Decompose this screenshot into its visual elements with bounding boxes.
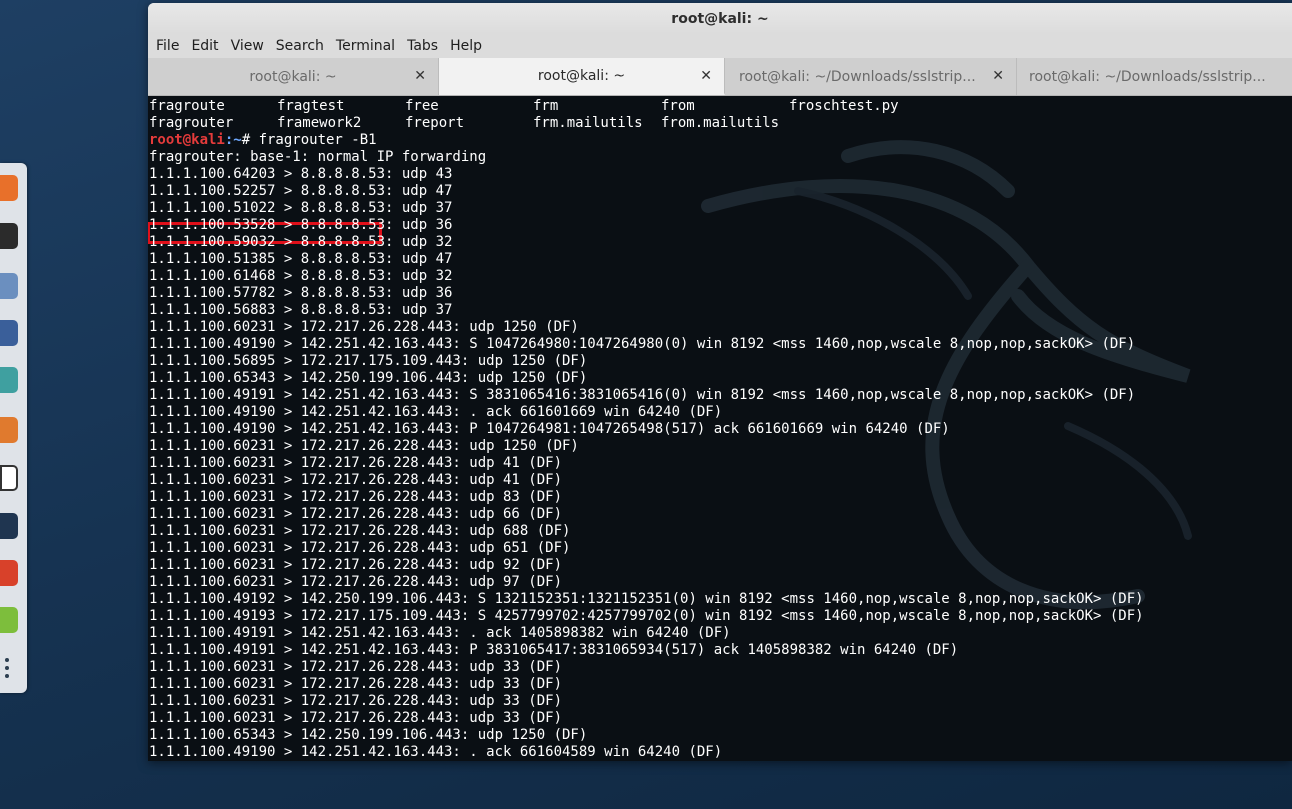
menu-bar: File Edit View Search Terminal Tabs Help — [148, 34, 1292, 58]
output-line: 1.1.1.100.65343 > 142.250.199.106.443: u… — [149, 727, 588, 743]
tab-bar: root@kali: ~ ✕ root@kali: ~ ✕ root@kali:… — [148, 58, 1292, 96]
prompt-path: :~ — [224, 132, 242, 148]
ls-entry: freport — [405, 115, 465, 131]
ls-entry: fragroute — [149, 98, 225, 114]
output-line: 1.1.1.100.56895 > 172.217.175.109.443: u… — [149, 353, 588, 369]
ls-entry: free — [405, 98, 439, 114]
tab-label: root@kali: ~ — [537, 67, 626, 84]
output-line: 1.1.1.100.60231 > 172.217.26.228.443: ud… — [149, 574, 563, 590]
prompt-symbol: # — [241, 132, 259, 148]
files-icon[interactable] — [0, 273, 18, 299]
output-line: 1.1.1.100.51385 > 8.8.8.8.53: udp 47 — [149, 251, 453, 267]
cutycapt-icon[interactable] — [0, 513, 18, 539]
dock — [0, 163, 27, 693]
tab-label: root@kali: ~/Downloads/sslstrip... — [1029, 68, 1266, 85]
output-line: 1.1.1.100.65343 > 142.250.199.106.443: u… — [149, 370, 588, 386]
menu-search[interactable]: Search — [276, 38, 331, 54]
terminal-output-area[interactable]: fragroute fragtest free frm from froschtest.p… — [148, 96, 1292, 761]
output-line: 1.1.1.100.60231 > 172.217.26.228.443: ud… — [149, 319, 579, 335]
menu-view[interactable]: View — [231, 38, 271, 54]
tab-1[interactable]: root@kali: ~ ✕ — [148, 58, 439, 95]
output-line: 1.1.1.100.60231 > 172.217.26.228.443: ud… — [149, 693, 563, 709]
terminal-icon[interactable] — [0, 223, 18, 249]
output-line: 1.1.1.100.53528 > 8.8.8.8.53: udp 36 — [149, 217, 453, 233]
output-line: 1.1.1.100.60231 > 172.217.26.228.443: ud… — [149, 455, 563, 471]
output-line: 1.1.1.100.60231 > 172.217.26.228.443: ud… — [149, 472, 563, 488]
maltego-icon[interactable] — [0, 367, 18, 393]
prompt-line: root@kali:~# fragrouter -B1 — [149, 132, 1144, 149]
prompt-user: root@kali — [149, 132, 225, 148]
output-line: fragrouter: base-1: normal IP forwarding — [149, 149, 487, 165]
app-grid-icon[interactable] — [5, 658, 11, 678]
terminal-window: root@kali: ~ File Edit View Search Termi… — [148, 3, 1292, 761]
metasploit-icon[interactable] — [0, 320, 18, 346]
menu-help[interactable]: Help — [450, 38, 489, 54]
output-line: 1.1.1.100.64203 > 8.8.8.8.53: udp 43 — [149, 166, 453, 182]
output-line: 1.1.1.100.60231 > 172.217.26.228.443: ud… — [149, 489, 563, 505]
notes-icon[interactable] — [0, 607, 18, 633]
menu-file[interactable]: File — [156, 38, 186, 54]
ls-row: fragrouter framework2 freport frm.mailutils… — [149, 115, 1144, 132]
output-line: 1.1.1.100.57782 > 8.8.8.8.53: udp 36 — [149, 285, 453, 301]
output-line: 1.1.1.100.49190 > 142.251.42.163.443: P … — [149, 421, 950, 437]
tab-2[interactable]: root@kali: ~ ✕ — [439, 58, 725, 95]
ls-row: fragroute fragtest free frm from froschtest.p… — [149, 98, 1144, 115]
ls-entry: froschtest.py — [789, 98, 899, 114]
window-title: root@kali: ~ — [671, 10, 769, 27]
ls-entry: from — [661, 98, 695, 114]
output-line: 1.1.1.100.49193 > 172.217.175.109.443: S… — [149, 608, 1144, 624]
close-icon[interactable]: ✕ — [414, 68, 426, 84]
output-line: 1.1.1.100.60231 > 172.217.26.228.443: ud… — [149, 676, 563, 692]
window-titlebar[interactable]: root@kali: ~ — [148, 3, 1292, 34]
output-line: 1.1.1.100.49190 > 142.251.42.163.443: S … — [149, 336, 1136, 352]
menu-terminal[interactable]: Terminal — [336, 38, 402, 54]
output-line: 1.1.1.100.60231 > 172.217.26.228.443: ud… — [149, 540, 571, 556]
ls-entry: from.mailutils — [661, 115, 780, 131]
beef-icon[interactable] — [0, 560, 18, 586]
output-line: 1.1.1.100.60231 > 172.217.26.228.443: ud… — [149, 659, 563, 675]
output-line: 1.1.1.100.51022 > 8.8.8.8.53: udp 37 — [149, 200, 453, 216]
output-line: 1.1.1.100.60231 > 172.217.26.228.443: ud… — [149, 710, 563, 726]
ls-entry: frm.mailutils — [533, 115, 643, 131]
output-line: 1.1.1.100.49190 > 142.251.42.163.443: . … — [149, 404, 723, 420]
terminal-text: fragroute fragtest free frm from froschtest.p… — [149, 98, 1144, 761]
output-line: 1.1.1.100.59032 > 8.8.8.8.53: udp 32 — [149, 234, 453, 250]
output-line: 1.1.1.100.56883 > 8.8.8.8.53: udp 37 — [149, 302, 453, 318]
tab-label: root@kali: ~/Downloads/sslstrip... — [739, 68, 976, 85]
output-line: 1.1.1.100.49191 > 142.251.42.163.443: P … — [149, 642, 959, 658]
output-line: 1.1.1.100.60231 > 172.217.26.228.443: ud… — [149, 523, 571, 539]
output-line: 1.1.1.100.61468 > 8.8.8.8.53: udp 32 — [149, 268, 453, 284]
output-line: 1.1.1.100.60231 > 172.217.26.228.443: ud… — [149, 557, 563, 573]
tab-4[interactable]: root@kali: ~/Downloads/sslstrip... — [1017, 58, 1292, 95]
tab-3[interactable]: root@kali: ~/Downloads/sslstrip... ✕ — [725, 58, 1017, 95]
ls-entry: framework2 — [277, 115, 362, 131]
menu-tabs[interactable]: Tabs — [407, 38, 445, 54]
output-line: 1.1.1.100.49191 > 142.251.42.163.443: S … — [149, 387, 1136, 403]
close-icon[interactable]: ✕ — [992, 68, 1004, 84]
ls-entry: frm — [533, 98, 559, 114]
ls-entry: fragrouter — [149, 115, 234, 131]
firefox-icon[interactable] — [0, 175, 18, 201]
ls-entry: fragtest — [277, 98, 345, 114]
tab-label: root@kali: ~ — [249, 68, 337, 85]
output-line: 1.1.1.100.49192 > 142.250.199.106.443: S… — [149, 591, 1144, 607]
leafpad-icon[interactable] — [0, 465, 18, 491]
prompt-command: fragrouter -B1 — [258, 132, 377, 148]
output-line: 1.1.1.100.49190 > 142.251.42.163.443: . … — [149, 744, 723, 760]
burpsuite-icon[interactable] — [0, 417, 18, 443]
output-line: 1.1.1.100.60231 > 172.217.26.228.443: ud… — [149, 438, 579, 454]
output-line: 1.1.1.100.60231 > 172.217.26.228.443: ud… — [149, 506, 563, 522]
menu-edit[interactable]: Edit — [191, 38, 225, 54]
close-icon[interactable]: ✕ — [700, 68, 712, 84]
output-line: 1.1.1.100.52257 > 8.8.8.8.53: udp 47 — [149, 183, 453, 199]
output-line: 1.1.1.100.49191 > 142.251.42.163.443: . … — [149, 625, 731, 641]
